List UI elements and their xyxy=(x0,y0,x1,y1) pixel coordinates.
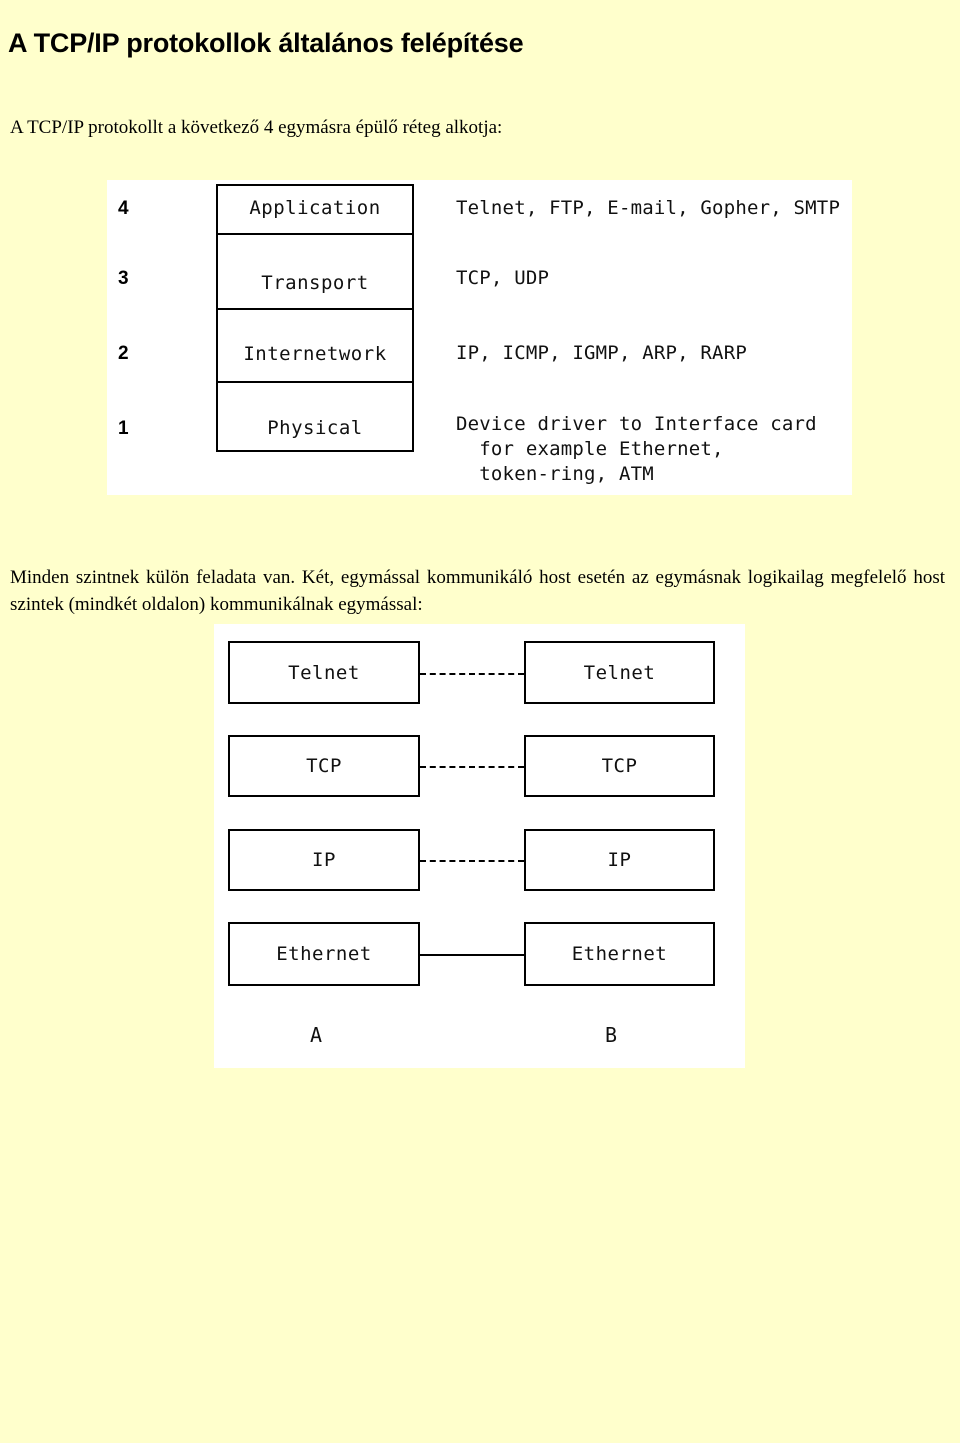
protocols-transport: TCP, UDP xyxy=(456,267,550,289)
peer-label-left-telnet: Telnet xyxy=(288,661,360,684)
layer-label-physical: Physical xyxy=(267,417,363,439)
layer-number-4: 4 xyxy=(118,198,129,219)
peer-link-tcp xyxy=(420,766,524,768)
protocols-physical: Device driver to Interface card for exam… xyxy=(456,413,817,485)
layer-cell-application: Application xyxy=(218,186,412,235)
peer-label-left-ip: IP xyxy=(312,849,336,871)
peer-box-left-ethernet: Ethernet xyxy=(228,922,420,986)
document-page: A TCP/IP protokollok általános felépítés… xyxy=(0,0,960,1443)
peer-link-telnet xyxy=(420,672,524,675)
layer-cell-internetwork: Internetwork xyxy=(218,310,412,383)
peer-box-right-ip: IP xyxy=(524,829,715,891)
host-label-a: A xyxy=(310,1023,323,1047)
layer-number-3: 3 xyxy=(118,268,129,289)
peer-label-left-tcp: TCP xyxy=(306,755,342,777)
peer-box-right-tcp: TCP xyxy=(524,735,715,797)
peer-link-ethernet xyxy=(420,954,524,956)
peer-label-right-telnet: Telnet xyxy=(583,661,656,684)
peer-box-left-telnet: Telnet xyxy=(228,641,420,704)
peer-communication-figure: Telnet Telnet TCP TCP IP IP Ethernet Eth… xyxy=(214,624,745,1068)
peer-box-left-tcp: TCP xyxy=(228,735,420,797)
peer-label-right-ethernet: Ethernet xyxy=(571,943,668,965)
peer-label-right-tcp: TCP xyxy=(601,755,638,777)
peer-row-tcp: TCP TCP xyxy=(214,735,745,797)
tcp-ip-layer-stack-figure: 4 3 2 1 Application Transport Internetwo… xyxy=(107,180,852,495)
peer-link-ip xyxy=(420,860,524,862)
page-title: A TCP/IP protokollok általános felépítés… xyxy=(8,28,524,59)
explanation-paragraph: Minden szintnek külön feladata van. Két,… xyxy=(10,567,945,615)
layer-label-internetwork: Internetwork xyxy=(243,343,387,365)
layer-label-transport: Transport xyxy=(261,272,369,294)
peer-row-ip: IP IP xyxy=(214,829,745,891)
peer-label-right-ip: IP xyxy=(607,849,632,871)
peer-label-left-ethernet: Ethernet xyxy=(276,943,372,965)
peer-row-telnet: Telnet Telnet xyxy=(214,641,745,704)
peer-box-right-ethernet: Ethernet xyxy=(524,922,715,986)
layer-number-1: 1 xyxy=(118,418,129,439)
host-label-b: B xyxy=(605,1023,618,1047)
protocols-internetwork: IP, ICMP, IGMP, ARP, RARP xyxy=(456,342,747,364)
layer-stack-box: Application Transport Internetwork Physi… xyxy=(216,184,414,452)
layer-cell-physical: Physical xyxy=(218,383,412,454)
peer-row-ethernet: Ethernet Ethernet xyxy=(214,922,745,986)
peer-box-left-ip: IP xyxy=(228,829,420,891)
protocols-application: Telnet, FTP, E-mail, Gopher, SMTP xyxy=(456,197,841,219)
layer-label-application: Application xyxy=(249,197,381,219)
layer-number-2: 2 xyxy=(118,343,129,364)
intro-paragraph: A TCP/IP protokollt a következő 4 egymás… xyxy=(10,117,503,138)
layer-cell-transport: Transport xyxy=(218,235,412,310)
peer-box-right-telnet: Telnet xyxy=(524,641,715,704)
